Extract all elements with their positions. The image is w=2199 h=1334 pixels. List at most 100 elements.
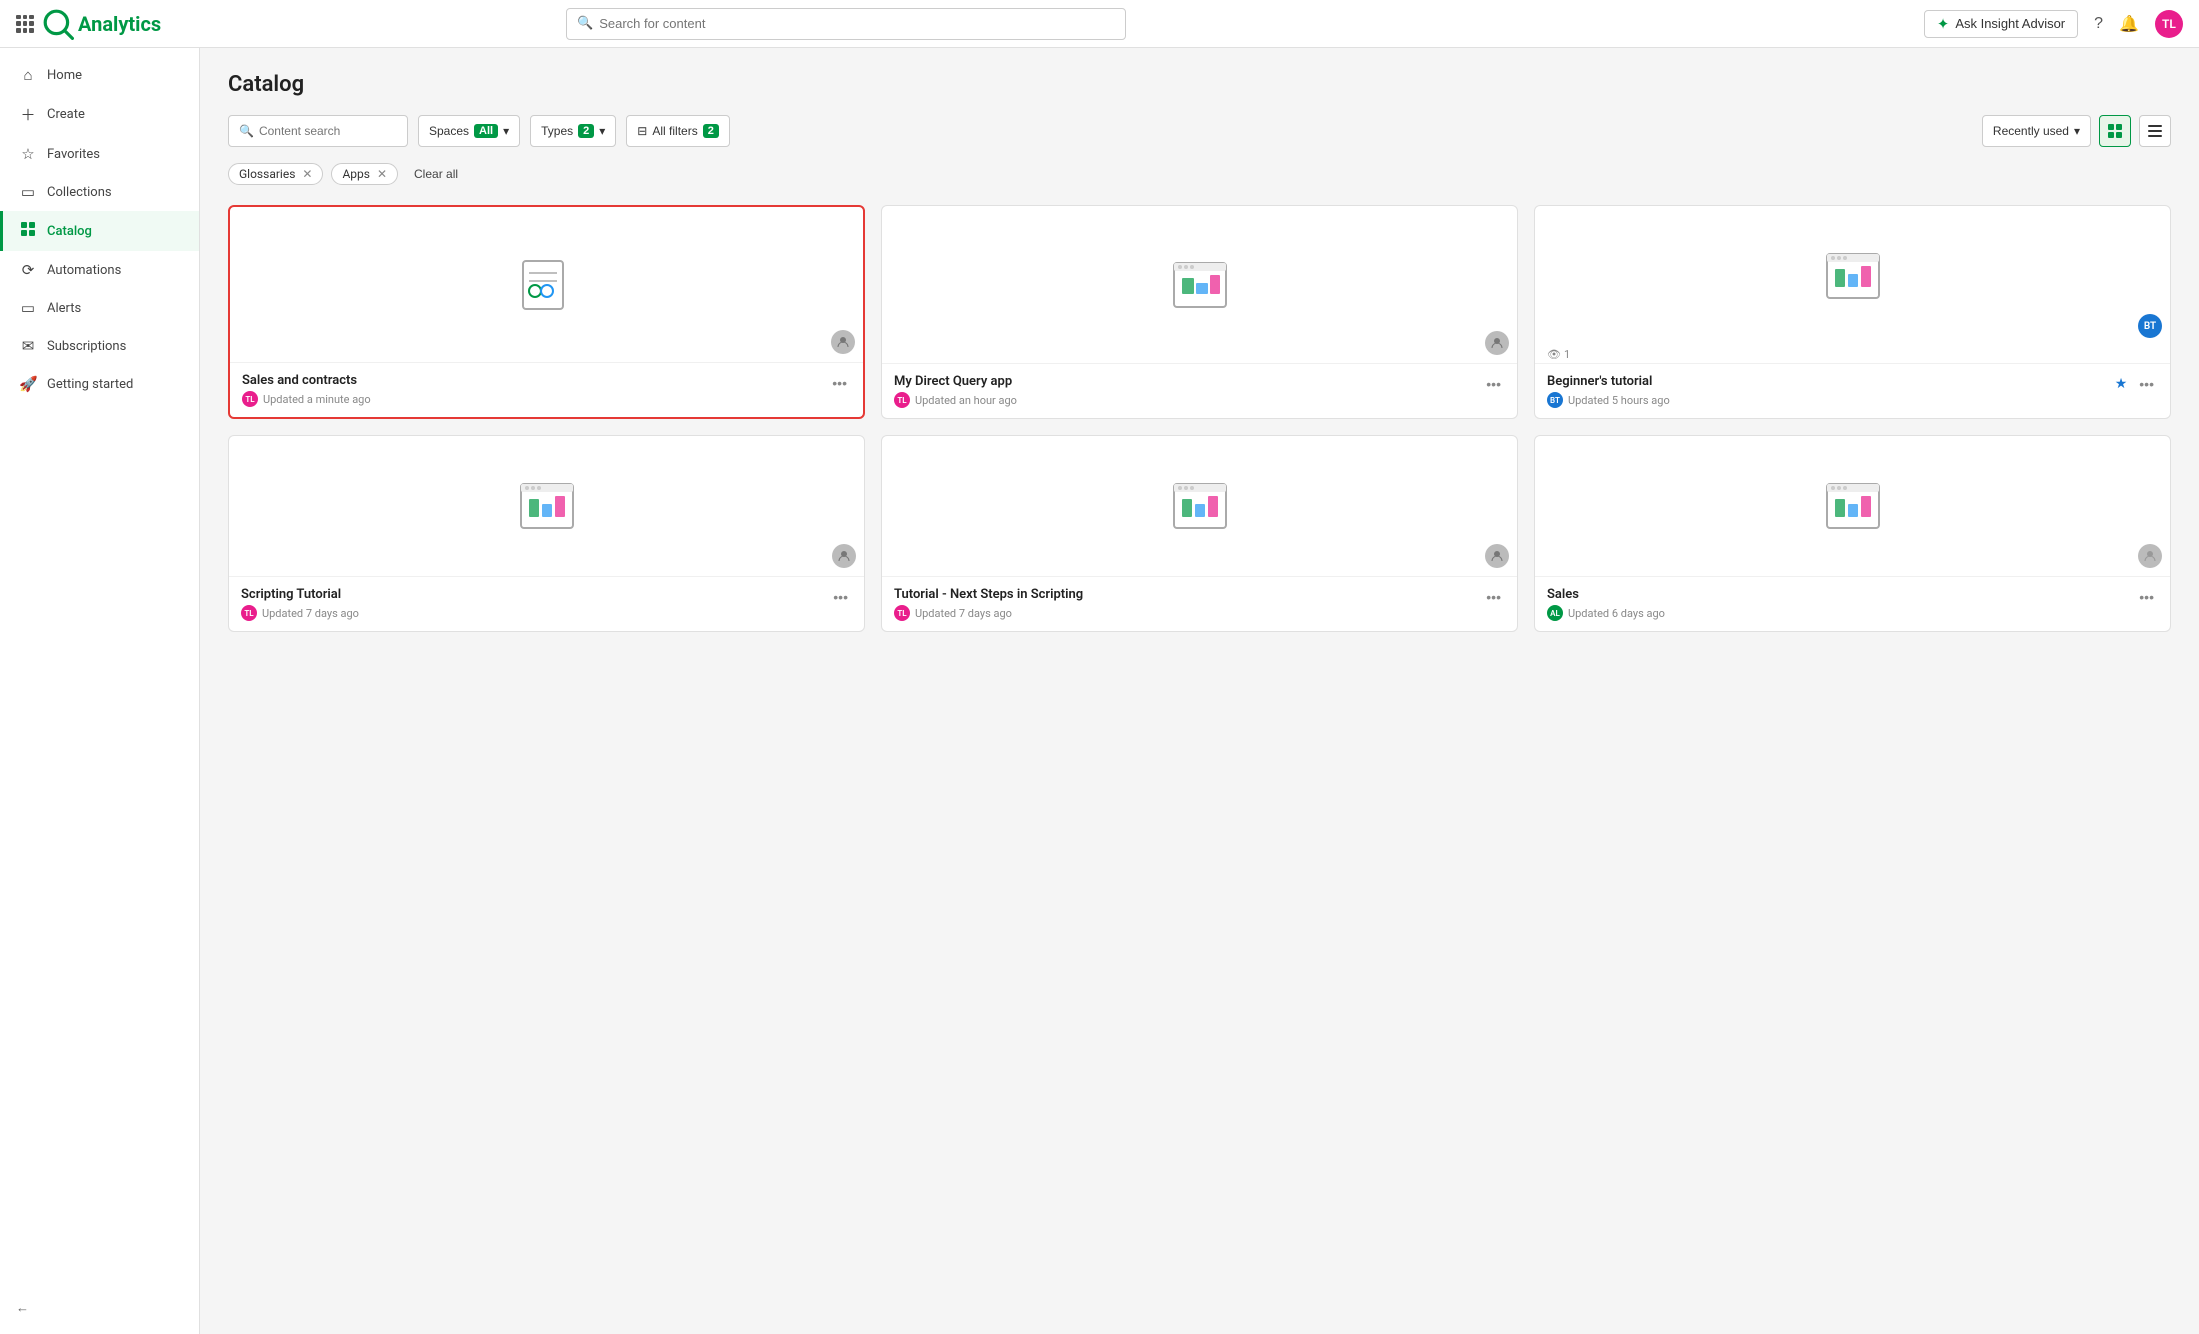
- global-search-bar[interactable]: 🔍: [566, 8, 1126, 40]
- card-beginners-tutorial-title: Beginner's tutorial: [1547, 374, 2111, 389]
- qlik-logo[interactable]: Analytics: [42, 8, 161, 40]
- card-beginners-tutorial-footer: Beginner's tutorial BT Updated 5 hours a…: [1535, 363, 2170, 418]
- card-sales[interactable]: Sales AL Updated 6 days ago •••: [1534, 435, 2171, 632]
- app-icon-scripting: [515, 474, 579, 538]
- card-scripting-tutorial-menu-button[interactable]: •••: [829, 587, 852, 607]
- search-icon: 🔍: [577, 16, 593, 31]
- sidebar-collapse-button[interactable]: ←: [0, 1290, 199, 1326]
- card-sales-meta: AL Updated 6 days ago: [1547, 605, 2135, 621]
- card-sales-menu-button[interactable]: •••: [2135, 587, 2158, 607]
- card-sales-contracts-title: Sales and contracts: [242, 373, 828, 388]
- notifications-button[interactable]: 🔔: [2119, 14, 2139, 34]
- types-badge: 2: [578, 124, 594, 138]
- home-icon: ⌂: [19, 66, 37, 84]
- content-search-icon: 🔍: [239, 124, 254, 138]
- sidebar-item-automations[interactable]: ⟳ Automations: [0, 251, 199, 289]
- card-sales-contracts[interactable]: Sales and contracts TL Updated a minute …: [228, 205, 865, 419]
- sidebar-item-catalog[interactable]: Catalog: [0, 211, 199, 251]
- card-tutorial-next-steps-info: Tutorial - Next Steps in Scripting TL Up…: [894, 587, 1482, 621]
- card-sales-updated: Updated 6 days ago: [1568, 607, 1665, 620]
- alerts-icon: ▭: [19, 299, 37, 317]
- card-beginners-tutorial-meta: BT Updated 5 hours ago: [1547, 392, 2111, 408]
- card-sales-contracts-menu-button[interactable]: •••: [828, 373, 851, 393]
- collapse-icon: ←: [16, 1300, 29, 1316]
- card-tutorial-next-steps-title: Tutorial - Next Steps in Scripting: [894, 587, 1482, 602]
- all-filters-button[interactable]: ⊟ All filters 2: [626, 115, 730, 147]
- plus-icon: ＋: [19, 104, 37, 125]
- sidebar-item-alerts[interactable]: ▭ Alerts: [0, 289, 199, 327]
- card-tutorial-next-steps[interactable]: Tutorial - Next Steps in Scripting TL Up…: [881, 435, 1518, 632]
- topnav-right: ✦ Ask Insight Advisor ? 🔔 TL: [1924, 10, 2183, 38]
- card-beginners-tutorial[interactable]: BT 👁 1 Beginner's tutorial BT Updated 5 …: [1534, 205, 2171, 419]
- clear-all-button[interactable]: Clear all: [406, 164, 466, 184]
- app-icon-direct-query: [1168, 253, 1232, 317]
- content-search-input[interactable]: [259, 124, 397, 138]
- search-input[interactable]: [599, 16, 1115, 31]
- help-button[interactable]: ?: [2094, 15, 2103, 33]
- sidebar: ⌂ Home ＋ Create ☆ Favorites ▭ Collection…: [0, 48, 200, 1334]
- card-tutorial-next-steps-updated: Updated 7 days ago: [915, 607, 1012, 620]
- sidebar-item-favorites[interactable]: ☆ Favorites: [0, 135, 199, 173]
- app-icon-next-steps: [1168, 474, 1232, 538]
- cards-grid: Sales and contracts TL Updated a minute …: [228, 205, 2171, 632]
- content-search-field[interactable]: 🔍: [228, 115, 408, 147]
- filter-tag-apps-remove[interactable]: ✕: [377, 167, 387, 181]
- card-scripting-tutorial-meta: TL Updated 7 days ago: [241, 605, 829, 621]
- card-owner-icon-4: [832, 544, 856, 568]
- card-beginners-tutorial-info: Beginner's tutorial BT Updated 5 hours a…: [1547, 374, 2111, 408]
- sort-button[interactable]: Recently used ▾: [1982, 115, 2091, 147]
- card-beginners-tutorial-menu-button[interactable]: •••: [2135, 374, 2158, 394]
- toolbar: 🔍 Spaces All ▾ Types 2 ▾ ⊟ All filters 2…: [228, 115, 2171, 147]
- card-sales-title: Sales: [1547, 587, 2135, 602]
- card-my-direct-query-menu-button[interactable]: •••: [1482, 374, 1505, 394]
- types-filter-button[interactable]: Types 2 ▾: [530, 115, 616, 147]
- card-my-direct-query-updated: Updated an hour ago: [915, 394, 1017, 407]
- filter-tag-glossaries-remove[interactable]: ✕: [302, 167, 312, 181]
- catalog-icon: [19, 221, 37, 241]
- sidebar-item-getting-started[interactable]: 🚀 Getting started: [0, 365, 199, 403]
- sidebar-item-create[interactable]: ＋ Create: [0, 94, 199, 135]
- spaces-chevron-icon: ▾: [503, 124, 509, 138]
- card-sales-contracts-footer: Sales and contracts TL Updated a minute …: [230, 362, 863, 417]
- card-beginners-tutorial-body: BT: [1535, 206, 2170, 346]
- card-beginners-tutorial-star-button[interactable]: ★: [2111, 374, 2132, 394]
- grid-view-button[interactable]: [2099, 115, 2131, 147]
- card-my-direct-query-body: [882, 206, 1517, 363]
- card-sales-actions: •••: [2135, 587, 2158, 607]
- card-scripting-tutorial-body: [229, 436, 864, 576]
- card-sales-contracts-updated: Updated a minute ago: [263, 393, 371, 406]
- filter-tag-apps-label: Apps: [342, 167, 370, 181]
- subscriptions-icon: ✉: [19, 337, 37, 355]
- sidebar-item-home[interactable]: ⌂ Home: [0, 56, 199, 94]
- card-tutorial-next-steps-actions: •••: [1482, 587, 1505, 607]
- sidebar-item-collections[interactable]: ▭ Collections: [0, 173, 199, 211]
- automations-icon: ⟳: [19, 261, 37, 279]
- card-scripting-tutorial-footer: Scripting Tutorial TL Updated 7 days ago…: [229, 576, 864, 631]
- card-my-direct-query-actions: •••: [1482, 374, 1505, 394]
- card-scripting-tutorial-info: Scripting Tutorial TL Updated 7 days ago: [241, 587, 829, 621]
- card-beginners-tutorial-avatar: BT: [1547, 392, 1563, 408]
- sidebar-label-subscriptions: Subscriptions: [47, 339, 126, 354]
- filter-tag-apps[interactable]: Apps ✕: [331, 163, 398, 185]
- list-view-button[interactable]: [2139, 115, 2171, 147]
- user-avatar[interactable]: TL: [2155, 10, 2183, 38]
- sidebar-label-home: Home: [47, 68, 82, 83]
- sidebar-label-catalog: Catalog: [47, 224, 92, 239]
- topnav: Analytics 🔍 ✦ Ask Insight Advisor ? 🔔 TL: [0, 0, 2199, 48]
- card-my-direct-query[interactable]: My Direct Query app TL Updated an hour a…: [881, 205, 1518, 419]
- grid-menu-icon[interactable]: [16, 15, 34, 33]
- card-tutorial-next-steps-menu-button[interactable]: •••: [1482, 587, 1505, 607]
- card-beginners-tutorial-views: 1: [1564, 348, 1570, 361]
- card-sales-contracts-avatar: TL: [242, 391, 258, 407]
- card-owner-icon-5: [1485, 544, 1509, 568]
- card-scripting-tutorial[interactable]: Scripting Tutorial TL Updated 7 days ago…: [228, 435, 865, 632]
- filter-tags: Glossaries ✕ Apps ✕ Clear all: [228, 163, 2171, 185]
- filters-label: All filters: [652, 124, 697, 138]
- app-icon-sales: [1821, 474, 1885, 538]
- sidebar-item-subscriptions[interactable]: ✉ Subscriptions: [0, 327, 199, 365]
- sort-label: Recently used: [1993, 124, 2069, 138]
- filter-tag-glossaries[interactable]: Glossaries ✕: [228, 163, 323, 185]
- spaces-filter-button[interactable]: Spaces All ▾: [418, 115, 520, 147]
- insight-advisor-button[interactable]: ✦ Ask Insight Advisor: [1924, 10, 2078, 38]
- card-my-direct-query-avatar: TL: [894, 392, 910, 408]
